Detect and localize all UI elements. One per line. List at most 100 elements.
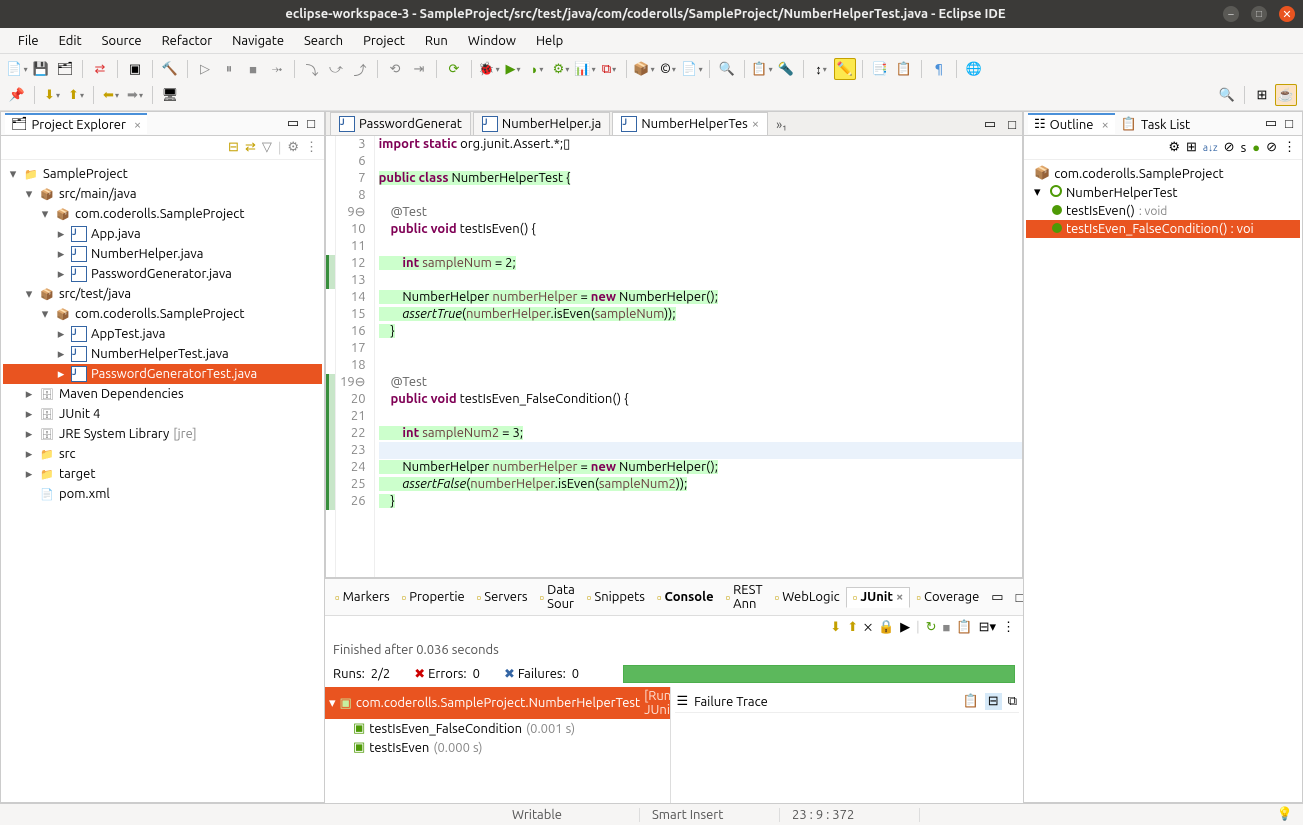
outline-menu-icon[interactable]: ⋮ xyxy=(1283,140,1296,155)
tree-item[interactable]: ▾src/main/java xyxy=(3,184,322,204)
minimize-button[interactable]: − xyxy=(1223,6,1239,22)
view-menu-icon[interactable]: ⋮ xyxy=(305,140,318,155)
new-icon[interactable]: 📄 xyxy=(6,58,28,80)
resume-icon[interactable]: ▷ xyxy=(194,58,216,80)
tree-item[interactable]: ▸PasswordGenerator.java xyxy=(3,264,322,284)
outline-item[interactable]: ▾NumberHelperTest xyxy=(1026,183,1300,202)
tree-item[interactable]: ▾src/test/java xyxy=(3,284,322,304)
profile-icon[interactable]: 📊 xyxy=(574,58,596,80)
coverage-icon[interactable]: ◗ xyxy=(526,58,548,80)
toggle-highlight-icon[interactable]: ✏️ xyxy=(834,58,856,80)
tree-item[interactable]: ▸NumberHelperTest.java xyxy=(3,344,322,364)
stop-junit-icon[interactable]: ■ xyxy=(943,620,951,635)
outline-item[interactable]: testIsEven() : void xyxy=(1026,202,1300,220)
save-all-icon[interactable]: 🗂 xyxy=(54,58,76,80)
annotation-nav-icon[interactable]: ↕ xyxy=(810,58,832,80)
drop-frame-icon[interactable]: ⟲ xyxy=(384,58,406,80)
view-tab-junit[interactable]: ▫JUnit× xyxy=(846,587,911,608)
disconnect-icon[interactable]: ⤞ xyxy=(266,58,288,80)
tree-item[interactable]: ▸src xyxy=(3,444,322,464)
switch-icon[interactable]: ⇄ xyxy=(89,58,111,80)
restart-icon[interactable]: ⟳ xyxy=(443,58,465,80)
outline-tab[interactable]: ☷ Outline × xyxy=(1028,113,1115,134)
az-icon[interactable]: a↓z xyxy=(1203,142,1218,154)
menu-project[interactable]: Project xyxy=(353,30,415,52)
compare-icon[interactable]: 📋 xyxy=(963,694,979,709)
run-server-icon[interactable]: ⚙ xyxy=(550,58,572,80)
menu-file[interactable]: File xyxy=(8,30,49,52)
focus-icon[interactable]: ⚙ xyxy=(1168,140,1180,155)
trace-menu-icon[interactable]: ⧉ xyxy=(1008,694,1017,709)
step-filter-icon[interactable]: ⇥ xyxy=(408,58,430,80)
tree-item[interactable]: ▾com.coderolls.SampleProject xyxy=(3,304,322,324)
editor-tab[interactable]: NumberHelper.ja xyxy=(473,112,610,135)
save-icon[interactable]: 💾 xyxy=(30,58,52,80)
hide-local-icon[interactable]: ⊘ xyxy=(1266,140,1277,155)
pin-icon[interactable]: 📌 xyxy=(6,84,28,106)
tree-item[interactable]: pom.xml xyxy=(3,484,322,504)
hide-non-public-icon[interactable]: ● xyxy=(1252,140,1260,155)
menu-source[interactable]: Source xyxy=(92,30,152,52)
view-tab-propertie[interactable]: ▫Propertie xyxy=(396,588,471,607)
editor-tab[interactable]: PasswordGenerat xyxy=(330,112,471,135)
web-browser-icon[interactable]: 🌐 xyxy=(963,58,985,80)
step-return-icon[interactable]: ⤴ xyxy=(349,58,371,80)
history-icon[interactable]: 📋 xyxy=(956,620,972,635)
next-failure-icon[interactable]: ⬇ xyxy=(830,620,841,635)
toggle-breadcrumb-icon[interactable]: 📑 xyxy=(869,58,891,80)
run-icon[interactable]: ▶ xyxy=(502,58,524,80)
view-tab-rest ann[interactable]: ▫REST Ann xyxy=(720,581,769,613)
junit-root-item[interactable]: ▾ ▣ com.coderolls.SampleProject.NumberHe… xyxy=(325,687,670,719)
minimize-view-icon[interactable]: ▭ xyxy=(1262,115,1280,133)
code-editor[interactable]: 36789⊖10111213141516171819⊖2021222324252… xyxy=(326,136,1022,577)
quick-access-icon[interactable]: 🔍 xyxy=(1216,84,1238,106)
close-icon[interactable]: × xyxy=(1097,118,1108,132)
search-icon[interactable]: 🔦 xyxy=(775,58,797,80)
junit-tree[interactable]: ▾ ▣ com.coderolls.SampleProject.NumberHe… xyxy=(325,687,670,803)
view-tab-weblogic[interactable]: ▫WebLogic xyxy=(769,588,846,607)
tree-item[interactable]: ▾SampleProject xyxy=(3,164,322,184)
new-jsp-icon[interactable]: 📄 xyxy=(681,58,703,80)
view-tab-servers[interactable]: ▫Servers xyxy=(471,588,534,607)
menu-search[interactable]: Search xyxy=(294,30,353,52)
close-button[interactable]: ✕ xyxy=(1279,6,1295,22)
java-ee-perspective-icon[interactable]: ☕ xyxy=(1275,84,1297,106)
filter-icon[interactable]: ▽ xyxy=(262,140,272,155)
step-into-icon[interactable]: ⤵ xyxy=(301,58,323,80)
open-type-icon[interactable]: 🔍 xyxy=(716,58,738,80)
scroll-lock-icon[interactable]: 🔒 xyxy=(878,620,894,635)
layout-icon[interactable]: ⊟▾ xyxy=(979,620,996,635)
new-class-icon[interactable]: © xyxy=(657,58,679,80)
menu-navigate[interactable]: Navigate xyxy=(222,30,294,52)
tree-item[interactable]: ▸App.java xyxy=(3,224,322,244)
project-explorer-tab[interactable]: 🗂 Project Explorer × xyxy=(5,113,147,134)
show-failures-icon[interactable]: ❌ xyxy=(864,620,872,635)
debug-icon[interactable]: 🐞 xyxy=(478,58,500,80)
open-perspective-icon[interactable]: ⊞ xyxy=(1251,84,1273,106)
hide-fields-icon[interactable]: ⊘ xyxy=(1224,140,1235,155)
tree-item[interactable]: ▾com.coderolls.SampleProject xyxy=(3,204,322,224)
menu-help[interactable]: Help xyxy=(526,30,573,52)
view-tab-markers[interactable]: ▫Markers xyxy=(329,588,396,607)
filter-trace-icon[interactable]: ⊟ xyxy=(985,693,1002,710)
prev-annotation-icon[interactable]: ⬆ xyxy=(65,84,87,106)
terminal-icon[interactable]: ▣ xyxy=(124,58,146,80)
mark-occurrences-icon[interactable]: 📋 xyxy=(893,58,915,80)
tree-item[interactable]: ▸AppTest.java xyxy=(3,324,322,344)
tree-item[interactable]: ▸PasswordGeneratorTest.java xyxy=(3,364,322,384)
menu-window[interactable]: Window xyxy=(458,30,526,52)
forward-icon[interactable]: ➡ xyxy=(124,84,146,106)
task-list-tab[interactable]: 📋 Task List xyxy=(1115,113,1196,134)
hide-static-icon[interactable]: s xyxy=(1241,141,1247,155)
link-editor-icon[interactable]: ⇄ xyxy=(245,140,256,155)
next-annotation-icon[interactable]: ⬇ xyxy=(41,84,63,106)
view-tab-coverage[interactable]: ▫Coverage xyxy=(910,588,985,607)
minimize-view-icon[interactable]: ▭ xyxy=(985,588,1009,607)
close-tab-icon[interactable]: × xyxy=(752,117,759,131)
back-icon[interactable]: ⬅ xyxy=(100,84,122,106)
menu-run[interactable]: Run xyxy=(415,30,458,52)
collapse-all-icon[interactable]: ⊟ xyxy=(228,140,239,155)
new-server-icon[interactable]: 🖥 xyxy=(159,84,181,106)
new-package-icon[interactable]: 📦 xyxy=(633,58,655,80)
show-whitespace-icon[interactable]: ¶ xyxy=(928,58,950,80)
